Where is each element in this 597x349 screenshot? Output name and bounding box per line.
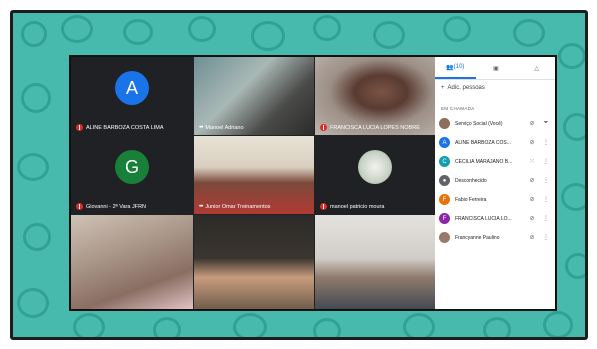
list-item[interactable]: A ALINE BARBOZA COS... ⊘ ⋮ [435, 133, 555, 152]
avatar: F [439, 194, 450, 205]
participant-tile[interactable]: A ALINE BARBOZA COSTA LIMA [71, 57, 193, 135]
add-people-label: Adic. pessoas [447, 85, 485, 91]
participant-name: CECÍLIA MARAJANO B... [455, 158, 513, 165]
participant-tile[interactable]: G Giovanni - 2ª Vara JFRN [71, 136, 193, 214]
avatar [358, 150, 392, 184]
add-people-button[interactable]: + Adic. pessoas [435, 80, 555, 96]
mic-off-icon [76, 124, 83, 131]
list-item[interactable]: ● Desconhecido ⊘ ⋮ [435, 171, 555, 190]
more-icon[interactable]: ⋮ [539, 215, 553, 222]
list-item[interactable]: F Fabio Ferreira ⊘ ⋮ [435, 190, 555, 209]
speaking-icon: ⁙ [529, 159, 535, 165]
participant-name: Serviço Social (Você) [455, 120, 503, 127]
mic-off-icon: ⊘ [529, 140, 535, 146]
avatar: ● [439, 175, 450, 186]
participant-name: Manoel Adriano [205, 125, 244, 131]
participant-tile[interactable]: ••• Manoel Adriano [194, 57, 314, 135]
people-icon: 👥 [446, 64, 454, 71]
mic-off-icon: ⊘ [529, 121, 535, 127]
section-heading: EM CHAMADA [441, 106, 475, 111]
list-item[interactable]: Serviço Social (Você) ⊘ ⏷ [435, 114, 555, 133]
participant-video [194, 215, 314, 309]
tab-people[interactable]: 👥 (10) [435, 57, 476, 79]
more-icon[interactable]: ⋮ [539, 177, 553, 184]
avatar [439, 118, 450, 129]
mic-off-icon: ⊘ [529, 235, 535, 241]
participant-name: FRANCISCA LUCIA LOPES NOBRE [330, 124, 420, 131]
participant-tile[interactable] [315, 215, 435, 309]
participant-name: Desconhecido [455, 177, 487, 184]
participant-tile[interactable]: ••• Junior Omar Treinamentos [194, 136, 314, 214]
mic-off-icon: ⊘ [529, 197, 535, 203]
list-item[interactable]: Francyanne Paulino ⊘ ⋮ [435, 228, 555, 247]
avatar [439, 232, 450, 243]
list-item[interactable]: F FRANCISCA LUCIA LO... ⊘ ⋮ [435, 209, 555, 228]
mic-off-icon: ⊘ [529, 178, 535, 184]
meet-window: A ALINE BARBOZA COSTA LIMA ••• Manoel Adr… [69, 55, 557, 311]
more-icon[interactable]: ⋮ [539, 139, 553, 146]
mic-off-icon [76, 203, 83, 210]
participant-tile[interactable] [194, 215, 314, 309]
avatar: A [439, 137, 450, 148]
add-person-icon: + [441, 85, 445, 91]
pin-icon[interactable]: ⏷ [539, 120, 553, 127]
video-grid: A ALINE BARBOZA COSTA LIMA ••• Manoel Adr… [71, 57, 435, 309]
participant-name: ALINE BARBOZA COSTA LIMA [86, 124, 164, 131]
tab-chat[interactable]: ▣ [476, 57, 517, 79]
more-icon[interactable]: ⋮ [539, 196, 553, 203]
people-count: (10) [453, 64, 465, 70]
participant-name: Giovanni - 2ª Vara JFRN [86, 203, 147, 210]
participant-tile[interactable] [71, 215, 193, 309]
participant-name: Francyanne Paulino [455, 234, 500, 241]
participant-video [315, 215, 435, 309]
participant-name: FRANCISCA LUCIA LO... [455, 215, 512, 222]
more-icon[interactable]: ⋮ [539, 158, 553, 165]
participant-name: manoel patricio moura [330, 203, 385, 210]
mic-off-icon: ⊘ [529, 216, 535, 222]
participant-name: Junior Omar Treinamentos [205, 204, 271, 210]
mic-off-icon [320, 203, 327, 210]
participants-panel: 👥 (10) ▣ △ + Adic. pessoas EM CHAMADA Se… [435, 57, 555, 309]
panel-tabs: 👥 (10) ▣ △ [435, 57, 555, 80]
participant-tile[interactable]: manoel patricio moura [315, 136, 435, 214]
participant-video [194, 136, 314, 214]
participant-video [71, 215, 193, 309]
activities-icon: △ [534, 65, 539, 72]
list-item[interactable]: C CECÍLIA MARAJANO B... ⁙ ⋮ [435, 152, 555, 171]
more-icon[interactable]: ⋮ [539, 234, 553, 241]
avatar: C [439, 156, 450, 167]
chat-icon: ▣ [493, 65, 499, 72]
participant-tile[interactable]: FRANCISCA LUCIA LOPES NOBRE [315, 57, 435, 135]
avatar: A [115, 71, 149, 105]
avatar: G [115, 150, 149, 184]
participant-name: Fabio Ferreira [455, 196, 487, 203]
mic-off-icon [320, 124, 327, 131]
participant-name: ALINE BARBOZA COS... [455, 139, 511, 146]
avatar: F [439, 213, 450, 224]
participant-video [194, 57, 314, 135]
tab-activities[interactable]: △ [516, 57, 555, 79]
